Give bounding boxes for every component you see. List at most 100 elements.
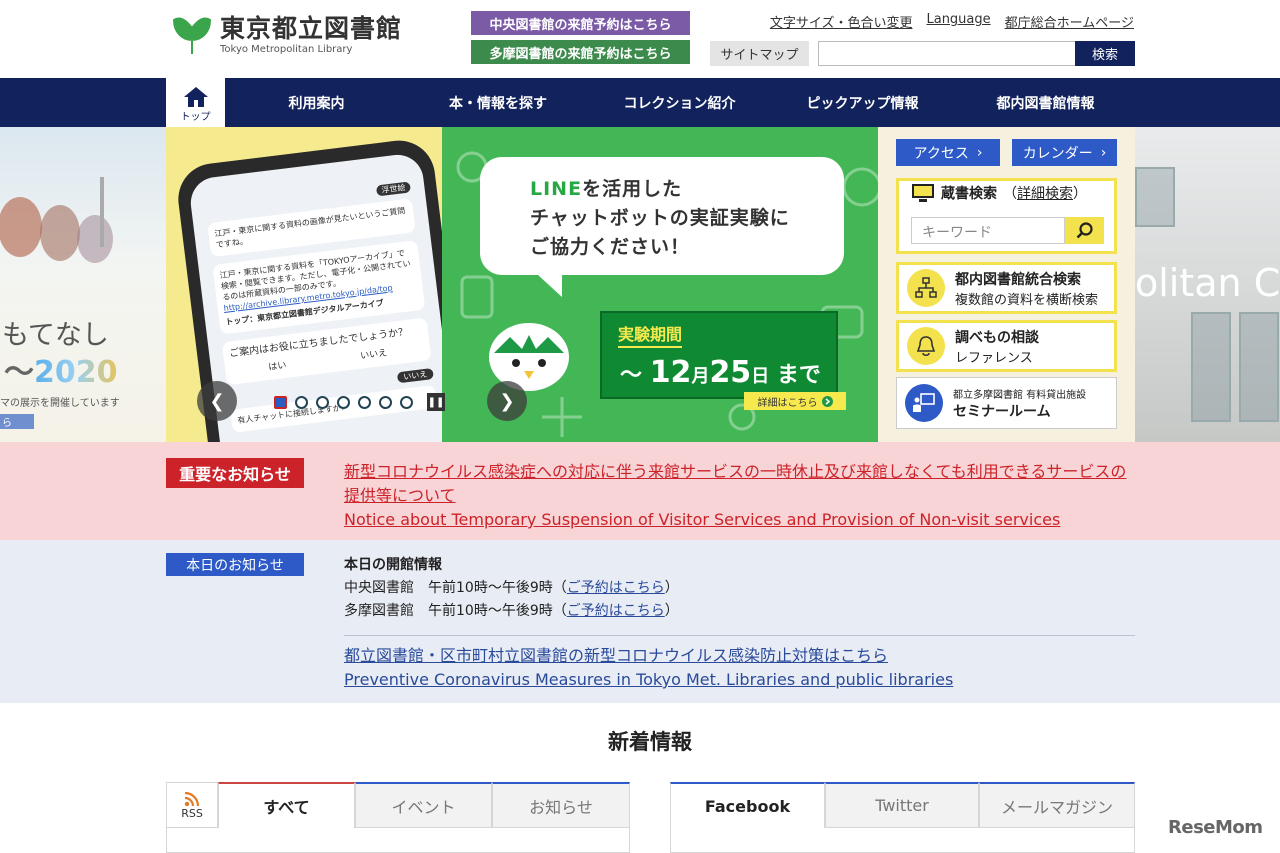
- nav-home[interactable]: トップ: [166, 78, 225, 127]
- network-icon: [915, 277, 937, 298]
- speech-line-2: チャットボットの実証実験に: [530, 207, 790, 229]
- slider-dot-5[interactable]: [358, 395, 371, 409]
- previous-slide-peek[interactable]: もてなし ～2020 マの展示を開催しています ら: [0, 127, 166, 442]
- ginkgo-leaf-icon: [172, 17, 212, 54]
- today-notice-label: 本日のお知らせ: [166, 553, 304, 576]
- reference-title: 調べもの相談: [955, 329, 1039, 346]
- slider-dot-6[interactable]: [379, 395, 392, 409]
- global-nav: トップ 利用案内 本・情報を探す コレクション紹介 ピックアップ情報 都内図書館…: [0, 78, 1280, 127]
- important-notice: 重要なお知らせ 新型コロナウイルス感染症への対応に伴う来館サービスの一時休止及び…: [0, 442, 1280, 540]
- access-button[interactable]: アクセス ›: [896, 139, 1000, 166]
- central-reservation-button[interactable]: 中央図書館の来館予約はこちら: [471, 11, 690, 35]
- slide-detail-link[interactable]: 詳細はこちら: [744, 392, 846, 410]
- covid-measures-link-english[interactable]: Preventive Coronavirus Measures in Tokyo…: [344, 668, 953, 692]
- chevron-right-icon: ›: [1100, 144, 1107, 161]
- speech-line-3: ご協力ください！: [530, 236, 691, 258]
- calendar-button[interactable]: カレンダー ›: [1012, 139, 1117, 166]
- seminar-room-title: セミナールーム: [953, 403, 1051, 420]
- bell-icon: [916, 336, 936, 357]
- seminar-room-small: 都立多摩図書館 有料貸出施設: [953, 389, 1087, 401]
- rss-button[interactable]: RSS: [166, 782, 218, 828]
- catalog-search-title: 蔵書検索: [941, 186, 997, 202]
- integrated-search-sub: 複数館の資料を横断検索: [955, 292, 1099, 308]
- central-reserve-link[interactable]: ご予約はこちら: [567, 580, 665, 596]
- period-label: 実験期間: [618, 321, 683, 348]
- banner-line-2: ～2020: [4, 355, 118, 390]
- slider-dot-3[interactable]: [316, 395, 329, 409]
- slider-dot-1[interactable]: [274, 395, 287, 409]
- rss-label: RSS: [181, 806, 203, 820]
- font-size-color-link[interactable]: 文字サイズ・色合い変更: [770, 12, 913, 31]
- computer-icon: [912, 184, 934, 202]
- site-header: 東京都立図書館 Tokyo Metropolitan Library 中央図書館…: [0, 0, 1280, 78]
- central-hours-row: 中央図書館 午前10時～午後9時（ご予約はこちら）: [344, 580, 679, 596]
- advanced-search-link[interactable]: 詳細検索: [1017, 186, 1073, 202]
- tama-reservation-button[interactable]: 多摩図書館の来館予約はこちら: [471, 40, 690, 64]
- tab-mail-magazine[interactable]: メールマガジン: [979, 782, 1135, 828]
- divider: [344, 635, 1135, 636]
- reference-button[interactable]: 調べもの相談 レファレンス: [896, 320, 1117, 372]
- runners-photo: [0, 177, 113, 263]
- keyword-search-button[interactable]: [1065, 217, 1104, 244]
- chat-no: いいえ: [359, 348, 388, 362]
- tama-hours-row: 多摩図書館 午前10時～午後9時（ご予約はこちら）: [344, 603, 679, 619]
- keyword-input[interactable]: キーワード: [911, 217, 1065, 244]
- arrow-circle-icon: [821, 395, 833, 407]
- sitemap-button[interactable]: サイトマップ: [710, 41, 809, 66]
- nav-item-pickup[interactable]: ピックアップ情報: [771, 78, 954, 127]
- chevron-left-icon: ❮: [209, 390, 225, 412]
- slider-next-button[interactable]: ❯: [487, 381, 527, 421]
- metro-homepage-link[interactable]: 都庁総合ホームページ: [1005, 12, 1134, 31]
- pause-icon[interactable]: ❚❚: [427, 393, 445, 411]
- integrated-search-title: 都内図書館統合検索: [955, 271, 1081, 288]
- slider-dot-7[interactable]: [400, 395, 413, 409]
- notice-link-english[interactable]: Notice about Temporary Suspension of Vis…: [344, 508, 1134, 532]
- nav-item-collection[interactable]: コレクション紹介: [588, 78, 771, 127]
- site-logo[interactable]: 東京都立図書館 Tokyo Metropolitan Library: [172, 14, 402, 56]
- important-notice-label: 重要なお知らせ: [166, 458, 304, 488]
- chat-yes: はい: [267, 360, 288, 373]
- site-search-button[interactable]: 検索: [1075, 41, 1135, 66]
- opening-info-heading: 本日の開館情報: [344, 557, 442, 573]
- chat-badge: 浮世絵: [375, 181, 411, 197]
- tab-events[interactable]: イベント: [355, 782, 492, 828]
- watermark-logo: ReseMom: [1168, 817, 1263, 838]
- seminar-room-button[interactable]: 都立多摩図書館 有料貸出施設セミナールーム: [896, 377, 1117, 429]
- nav-item-search-books[interactable]: 本・情報を探す: [408, 78, 588, 127]
- period-date: ～ 12月25日 まで: [620, 355, 821, 390]
- nav-home-label: トップ: [180, 112, 211, 123]
- slider-dot-4[interactable]: [337, 395, 350, 409]
- news-section-title: 新着情報: [608, 730, 692, 754]
- tab-twitter[interactable]: Twitter: [825, 782, 979, 828]
- notice-link-japanese[interactable]: 新型コロナウイルス感染症への対応に伴う来館サービスの一時休止及び来館しなくても利…: [344, 460, 1134, 508]
- tama-reserve-link[interactable]: ご予約はこちら: [567, 603, 665, 619]
- tab-notices[interactable]: お知らせ: [492, 782, 630, 828]
- mascot-bird-icon: [489, 323, 569, 391]
- tab-facebook[interactable]: Facebook: [670, 782, 825, 828]
- next-slide-peek[interactable]: olitan Ce: [1135, 127, 1280, 442]
- home-icon: [183, 87, 208, 107]
- logo-english: Tokyo Metropolitan Library: [220, 44, 353, 55]
- site-search-input[interactable]: [818, 41, 1076, 66]
- chevron-right-icon: ❯: [499, 390, 515, 412]
- slider-prev-button[interactable]: ❮: [197, 381, 237, 421]
- catalog-search-box: 蔵書検索 （詳細検索） キーワード: [896, 178, 1117, 254]
- chevron-right-icon: ›: [976, 144, 983, 161]
- speech-line-word: LINE: [530, 178, 583, 200]
- reference-sub: レファレンス: [955, 350, 1033, 366]
- integrated-search-button[interactable]: 都内図書館統合検索複数館の資料を横断検索: [896, 262, 1117, 314]
- slider-dot-2[interactable]: [295, 395, 308, 409]
- nav-item-guide[interactable]: 利用案内: [225, 78, 408, 127]
- logo-japanese: 東京都立図書館: [220, 14, 403, 43]
- tab-all[interactable]: すべて: [218, 782, 355, 828]
- covid-measures-link-japanese[interactable]: 都立図書館・区市町村立図書館の新型コロナウイルス感染防止対策はこちら: [344, 644, 953, 668]
- speech-line-1: を活用した: [582, 178, 683, 200]
- news-panel: [166, 828, 630, 853]
- language-link[interactable]: Language: [926, 12, 990, 31]
- nav-item-libraries-in-tokyo[interactable]: 都内図書館情報: [954, 78, 1137, 127]
- presentation-icon: [913, 393, 935, 412]
- banner-line-3: マの展示を開催しています: [0, 398, 120, 409]
- building-sign-text: olitan Ce: [1135, 261, 1280, 305]
- experiment-period-box: 実験期間 ～ 12月25日 まで: [600, 311, 838, 399]
- utility-links: 文字サイズ・色合い変更 Language 都庁総合ホームページ: [770, 12, 1134, 31]
